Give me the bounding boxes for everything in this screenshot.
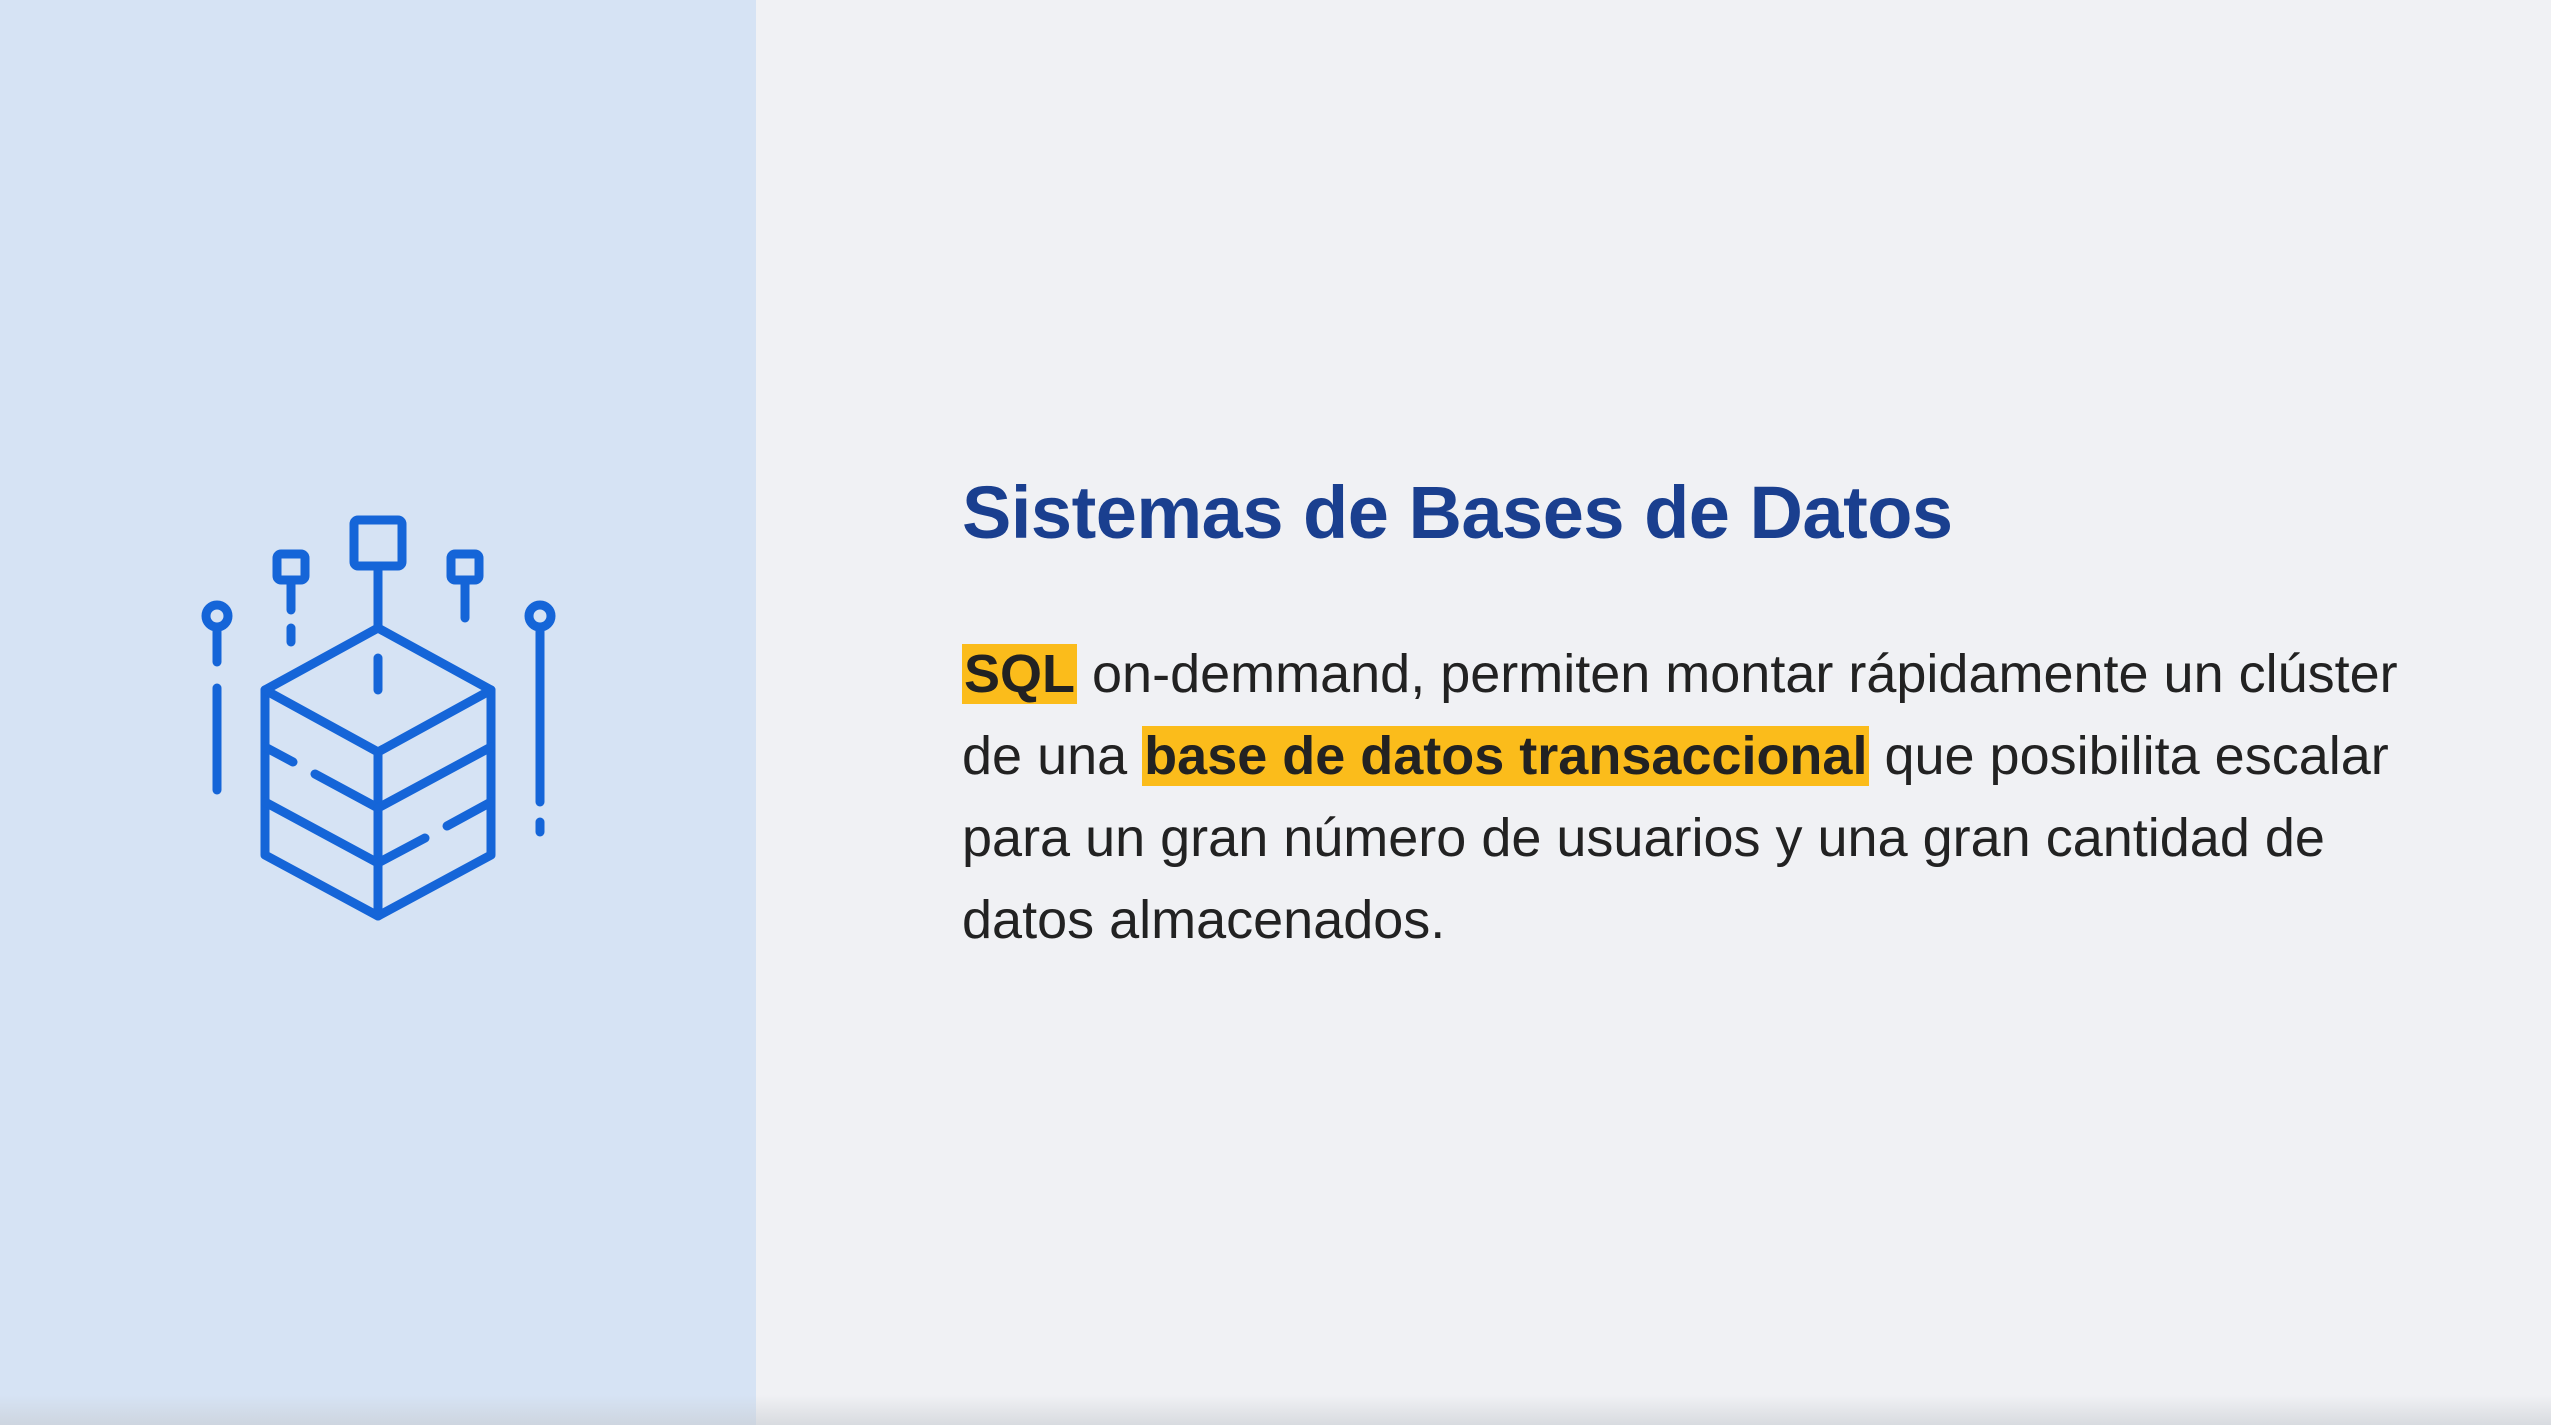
- database-cube-network-icon: [201, 515, 556, 921]
- left-panel: [0, 0, 756, 1425]
- highlight-sql: SQL: [962, 644, 1078, 705]
- slide-paragraph: SQL on-demmand, permiten montar rápidame…: [962, 633, 2422, 961]
- slide: Sistemas de Bases de Datos SQL on-demman…: [0, 0, 2551, 1425]
- highlight-transactional-db: base de datos transaccional: [1142, 726, 1870, 787]
- slide-title: Sistemas de Bases de Datos: [962, 471, 1953, 554]
- bottom-shade: [0, 1395, 2551, 1425]
- slide-content: Sistemas de Bases de Datos SQL on-demman…: [962, 470, 2422, 961]
